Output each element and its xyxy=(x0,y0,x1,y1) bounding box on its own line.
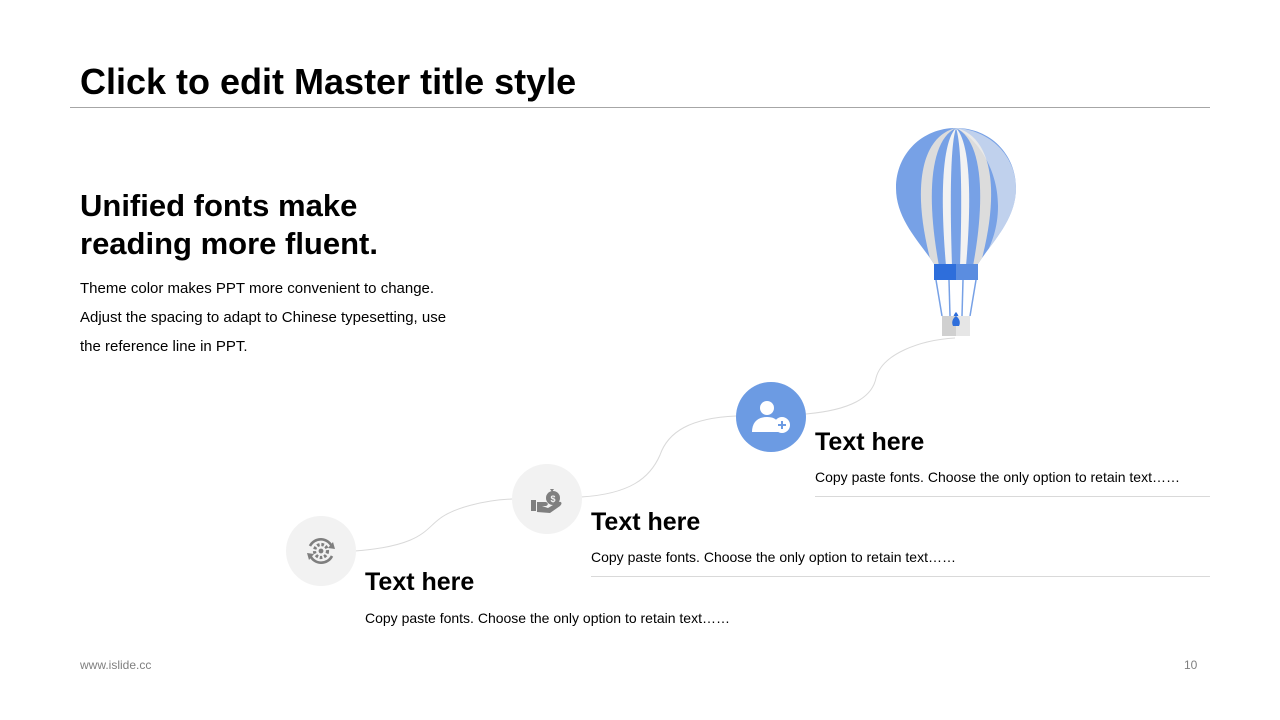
step-2-description[interactable]: Copy paste fonts. Choose the only option… xyxy=(591,548,956,566)
step-2-title[interactable]: Text here xyxy=(591,507,700,537)
step-3-description[interactable]: Copy paste fonts. Choose the only option… xyxy=(815,468,1180,486)
gear-refresh-icon xyxy=(307,537,335,565)
page-number: 10 xyxy=(1184,658,1198,672)
step-3-title[interactable]: Text here xyxy=(815,427,924,457)
hot-air-balloon-icon xyxy=(896,128,1016,336)
step-1-description[interactable]: Copy paste fonts. Choose the only option… xyxy=(365,609,730,627)
step-2-divider xyxy=(591,576,1210,577)
svg-text:$: $ xyxy=(550,494,555,504)
step-2-circle[interactable]: $ xyxy=(512,464,582,534)
step-1-title[interactable]: Text here xyxy=(365,567,474,597)
footer-url[interactable]: www.islide.cc xyxy=(80,658,151,672)
user-add-icon xyxy=(752,401,790,433)
step-3-divider xyxy=(815,496,1210,497)
hand-money-bag-icon: $ xyxy=(531,489,562,513)
step-3-circle[interactable] xyxy=(736,382,806,452)
step-1-circle[interactable] xyxy=(286,516,356,586)
